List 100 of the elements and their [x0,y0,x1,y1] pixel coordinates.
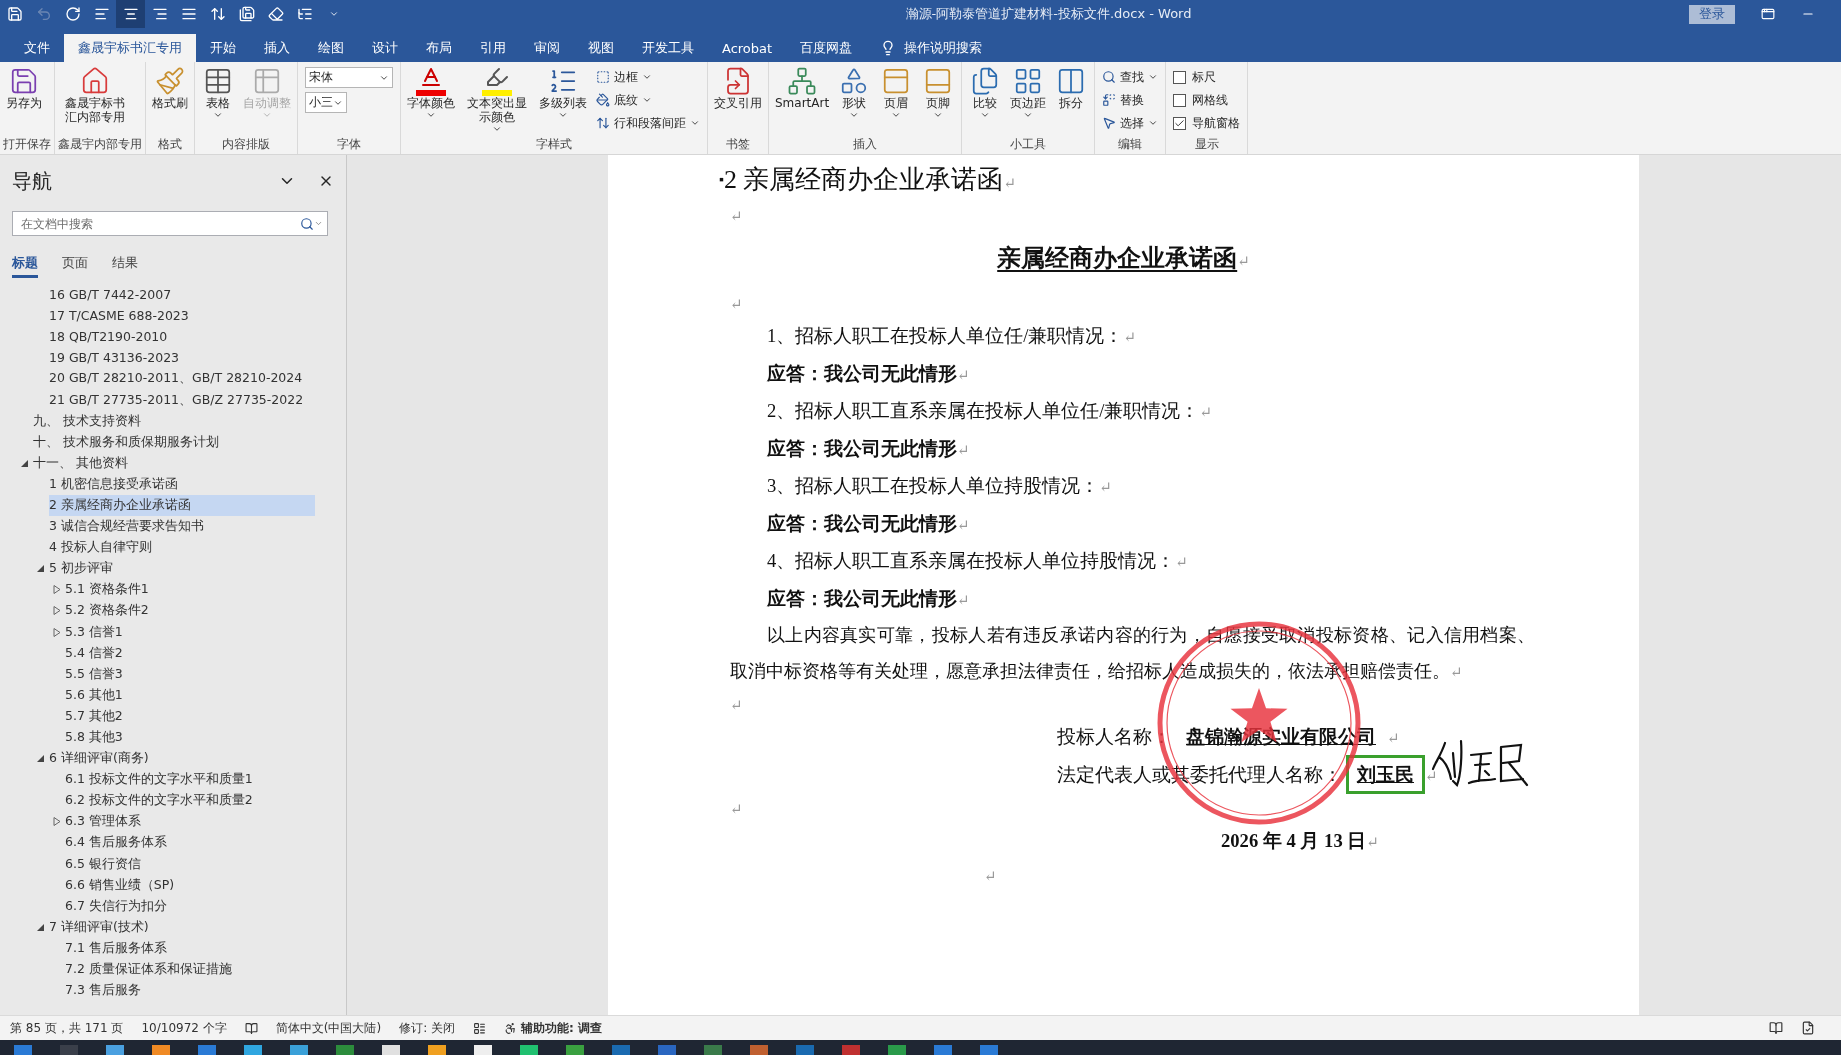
macro-icon[interactable] [473,1021,486,1035]
nav-heading-item[interactable]: 17 T/CASME 688-2023 [49,305,315,327]
print-layout-icon[interactable] [1801,1021,1815,1035]
nav-heading-item[interactable]: 19 GB/T 43136-2023 [49,347,315,369]
expanded-triangle-icon[interactable] [37,754,45,764]
nav-heading-item[interactable]: 6.4 售后服务体系 [65,832,315,854]
collapsed-triangle-icon[interactable] [53,585,61,595]
ribbon-button[interactable]: 页边距 [1007,65,1050,136]
ribbon-tab[interactable]: 开发工具 [628,34,708,62]
font-name-combo[interactable]: 宋体 [305,67,393,88]
ribbon-button[interactable]: 比较 [965,65,1006,136]
tell-me-search[interactable]: 操作说明搜索 [904,39,983,57]
page-count[interactable]: 第 85 页，共 171 页 [10,1019,124,1037]
expanded-triangle-icon[interactable] [21,458,29,468]
accessibility-status[interactable]: 辅助功能: 调查 [521,1019,602,1037]
nav-heading-item[interactable]: 6.1 投标文件的文字水平和质量1 [65,769,315,791]
ribbon-tab[interactable]: 视图 [574,34,628,62]
collapsed-triangle-icon[interactable] [53,627,61,637]
nav-heading-item[interactable]: 6.6 销售业绩（SP) [65,874,315,896]
ribbon-button[interactable]: 文本突出显示颜色 [460,65,534,136]
ribbon-button[interactable]: 拆分 [1051,65,1092,136]
nav-heading-item[interactable]: 5.2 资格条件2 [65,600,315,622]
ribbon-tab[interactable]: 鑫晟宇标书汇专用 [64,34,196,62]
nav-heading-item[interactable]: 5.7 其他2 [65,705,315,727]
nav-heading-item[interactable]: 16 GB/T 7442-2007 [49,284,315,306]
ribbon-button[interactable]: 交叉引用 [711,65,765,136]
nav-heading-item[interactable]: 6.5 银行资信 [65,853,315,875]
ribbon-small-button[interactable]: 行和段落间距 [596,113,700,133]
nav-heading-item[interactable]: 5 初步评审 [49,558,315,580]
ribbon-tab[interactable]: 引用 [466,34,520,62]
pane-tab[interactable]: 标题 [12,254,38,278]
ribbon-button[interactable]: 鑫晟宇标书汇内部专用 [58,65,132,136]
nav-heading-item[interactable]: 5.4 信誉2 [65,642,315,664]
nav-heading-item[interactable]: 6.2 投标文件的文字水平和质量2 [65,790,315,812]
nav-heading-item[interactable]: 7.2 质量保证体系和保证措施 [65,959,315,981]
nav-heading-item[interactable]: 18 QB/T2190-2010 [49,326,315,348]
nav-heading-item[interactable]: 5.5 信誉3 [65,663,315,685]
search-icon[interactable] [300,216,314,231]
ribbon-button[interactable]: 字体颜色 [404,65,458,136]
nav-heading-item[interactable]: 7.1 售后服务体系 [65,937,315,959]
ribbon-tab[interactable]: 布局 [412,34,466,62]
track-changes-status[interactable]: 修订: 关闭 [399,1019,455,1037]
ribbon-small-button[interactable]: 替换 [1102,90,1159,110]
ribbon-display-icon[interactable] [1761,7,1775,21]
ribbon-tab[interactable]: Acrobat [708,34,787,62]
ribbon-small-button[interactable]: 底纹 [596,90,700,110]
ribbon-button[interactable]: 页眉 [876,65,917,136]
ribbon-tab[interactable]: 审阅 [520,34,574,62]
nav-heading-item[interactable]: 5.1 资格条件1 [65,579,315,601]
proofing-icon[interactable] [244,1021,258,1035]
nav-heading-item[interactable]: 九、 技术支持资料 [33,410,315,432]
ribbon-tab[interactable]: 插入 [250,34,304,62]
checkbox[interactable] [1173,116,1187,130]
ribbon-button[interactable]: 格式刷 [149,65,191,136]
nav-heading-item[interactable]: 2 亲属经商办企业承诺函 [49,494,315,517]
nav-heading-item[interactable]: 7.3 售后服务 [65,980,315,1002]
caret-icon[interactable] [314,219,323,228]
pane-tab[interactable]: 结果 [112,254,138,278]
ribbon-tab[interactable]: 设计 [358,34,412,62]
ribbon-button[interactable]: 表格 [198,65,238,136]
nav-heading-item[interactable]: 5.3 信誉1 [65,621,315,643]
collapsed-triangle-icon[interactable] [53,606,61,616]
nav-heading-item[interactable]: 5.6 其他1 [65,684,315,706]
nav-heading-item[interactable]: 十一、 其他资料 [33,452,315,474]
ribbon-button[interactable]: 形状 [834,65,875,136]
ribbon-tab[interactable]: 文件 [10,34,64,62]
collapsed-triangle-icon[interactable] [53,817,61,827]
font-size-combo[interactable]: 小三 [305,92,347,113]
checkbox[interactable] [1173,70,1187,84]
nav-heading-item[interactable]: 1 机密信息接受承诺函 [49,473,315,495]
ribbon-small-button[interactable]: 边框 [596,67,700,87]
nav-heading-item[interactable]: 3 诚信合规经营要求告知书 [49,516,315,538]
word-count[interactable]: 10/10972 个字 [141,1019,227,1037]
expanded-triangle-icon[interactable] [37,922,45,932]
ribbon-button[interactable]: 页脚 [918,65,959,136]
login-button[interactable]: 登录 [1689,4,1735,24]
ribbon-tab[interactable]: 绘图 [304,34,358,62]
search-field[interactable]: 在文档中搜索 [19,215,300,232]
ribbon-small-button[interactable]: 查找 [1102,67,1159,87]
ribbon-button[interactable]: 多级列表 [536,65,590,136]
nav-heading-item[interactable]: 21 GB/T 27735-2011、GB/Z 27735-2022 [49,389,315,411]
nav-heading-item[interactable]: 7 详细评审(技术) [49,916,315,938]
nav-heading-item[interactable]: 6.3 管理体系 [65,811,315,833]
ribbon-tab[interactable]: 百度网盘 [786,34,867,62]
ribbon-button[interactable]: 另存为 [3,65,45,136]
ribbon-tab[interactable]: 开始 [196,34,250,62]
quick-access-button[interactable] [116,0,145,28]
search-box[interactable]: 在文档中搜索 [12,211,328,236]
nav-heading-item[interactable]: 6 详细评审(商务) [49,748,315,770]
nav-heading-item[interactable]: 6.7 失信行为扣分 [65,895,315,917]
checkbox[interactable] [1173,93,1187,107]
nav-heading-item[interactable]: 20 GB/T 28210-2011、GB/T 28210-2024 [49,368,315,390]
nav-heading-item[interactable]: 4 投标人自律守则 [49,537,315,559]
read-mode-icon[interactable] [1769,1021,1783,1035]
nav-heading-item[interactable]: 十、 技术服务和质保期服务计划 [33,431,315,453]
expanded-triangle-icon[interactable] [37,564,45,574]
language-status[interactable]: 简体中文(中国大陆) [275,1019,382,1037]
nav-heading-item[interactable]: 5.8 其他3 [65,726,315,749]
ribbon-small-button[interactable]: 选择 [1102,113,1159,133]
pane-tab[interactable]: 页面 [62,254,88,278]
